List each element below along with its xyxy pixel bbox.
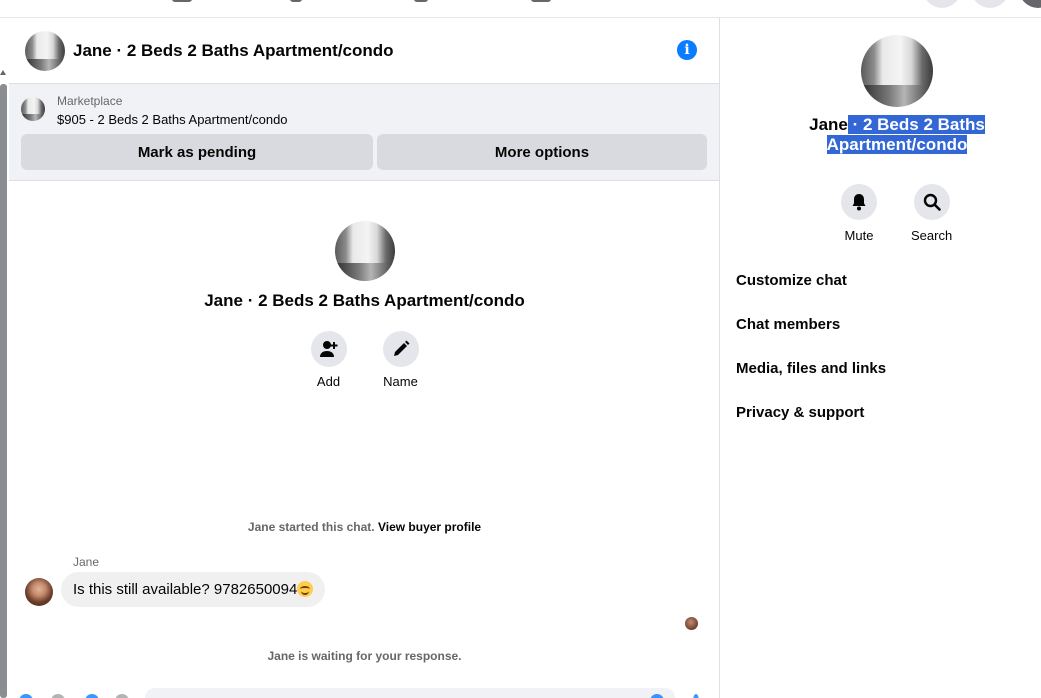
marketplace-label: Marketplace xyxy=(57,94,123,108)
search-in-conversation-button[interactable]: Search xyxy=(911,184,952,243)
intro-title: Jane · 2 Beds 2 Baths Apartment/condo xyxy=(204,291,525,310)
menu-button[interactable] xyxy=(923,0,961,8)
scroll-up-arrow[interactable] xyxy=(0,70,6,75)
view-buyer-profile-link[interactable]: View buyer profile xyxy=(378,520,481,534)
chat-started-notice: Jane started this chat. View buyer profi… xyxy=(9,520,720,534)
sender-avatar[interactable] xyxy=(25,578,53,606)
panel-title: Jane · 2 Beds 2 Baths Apartment/condo xyxy=(721,115,1041,155)
name-button[interactable]: Name xyxy=(382,331,419,389)
nav-icon[interactable] xyxy=(414,0,428,2)
composer-action-icon[interactable] xyxy=(19,694,33,698)
add-label: Add xyxy=(316,374,341,389)
conversation-avatar[interactable] xyxy=(25,30,65,71)
chat-started-text: Jane started this chat. xyxy=(247,520,375,534)
chat-pane: Jane · 2 Beds 2 Baths Apartment/condo i … xyxy=(9,18,720,698)
conversation-intro: Jane · 2 Beds 2 Baths Apartment/condo Ad… xyxy=(9,181,720,389)
add-people-button[interactable]: Add xyxy=(310,331,347,389)
message-text: Is this still available? 9782650094 xyxy=(73,581,298,598)
name-label: Name xyxy=(383,374,418,389)
conversation-title[interactable]: Jane · 2 Beds 2 Baths Apartment/condo xyxy=(73,41,394,61)
top-nav-strip xyxy=(0,0,1041,18)
mute-button[interactable]: Mute xyxy=(841,184,877,243)
smiling-face-emoji-icon xyxy=(297,581,314,597)
menu-item-media-files-links[interactable]: Media, files and links xyxy=(736,354,886,398)
more-options-button[interactable]: More options xyxy=(377,134,707,170)
sender-name: Jane xyxy=(73,555,100,569)
composer-action-icon[interactable] xyxy=(115,694,129,698)
conversation-info-panel: Jane · 2 Beds 2 Baths Apartment/condo Mu… xyxy=(721,18,1041,698)
info-icon[interactable]: i xyxy=(677,40,697,60)
panel-avatar[interactable] xyxy=(861,35,933,107)
intro-actions: Add Name xyxy=(9,331,720,389)
search-label: Search xyxy=(911,228,953,243)
panel-title-name: Jane xyxy=(809,115,848,134)
pencil-icon xyxy=(382,331,419,367)
scrollbar-thumb[interactable] xyxy=(0,84,7,698)
menu-item-customize-chat[interactable]: Customize chat xyxy=(736,266,886,310)
panel-title-selected: · 2 Beds 2 Baths xyxy=(847,115,985,134)
read-receipt-avatar xyxy=(685,617,698,630)
mute-label: Mute xyxy=(844,228,874,243)
mark-as-pending-button[interactable]: Mark as pending xyxy=(21,134,373,170)
search-icon xyxy=(913,184,950,220)
message-input[interactable] xyxy=(145,688,675,698)
account-avatar[interactable] xyxy=(1019,0,1041,8)
add-person-icon xyxy=(310,331,347,367)
bell-icon xyxy=(841,184,877,220)
listing-title[interactable]: $905 - 2 Beds 2 Baths Apartment/condo xyxy=(57,112,288,127)
panel-menu: Customize chat Chat members Media, files… xyxy=(736,266,886,442)
chat-header: Jane · 2 Beds 2 Baths Apartment/condo i xyxy=(9,18,719,84)
menu-item-chat-members[interactable]: Chat members xyxy=(736,310,886,354)
composer-action-icon[interactable] xyxy=(51,694,65,698)
marketplace-banner: Marketplace $905 - 2 Beds 2 Baths Apartm… xyxy=(9,84,719,181)
nav-icon[interactable] xyxy=(290,0,302,2)
listing-thumbnail[interactable] xyxy=(21,97,45,121)
messenger-button[interactable] xyxy=(971,0,1009,8)
message-bubble[interactable]: Is this still available? 9782650094 xyxy=(61,572,326,607)
nav-icon[interactable] xyxy=(531,0,551,2)
send-icon[interactable] xyxy=(693,694,699,698)
nav-icon[interactable] xyxy=(172,0,192,2)
panel-actions: Mute Search xyxy=(841,184,952,243)
intro-avatar xyxy=(334,221,395,281)
waiting-notice: Jane is waiting for your response. xyxy=(267,649,462,663)
composer-action-icon[interactable] xyxy=(85,694,99,698)
menu-item-privacy-support[interactable]: Privacy & support xyxy=(736,398,886,442)
panel-title-selected-line2: Apartment/condo xyxy=(826,135,968,154)
